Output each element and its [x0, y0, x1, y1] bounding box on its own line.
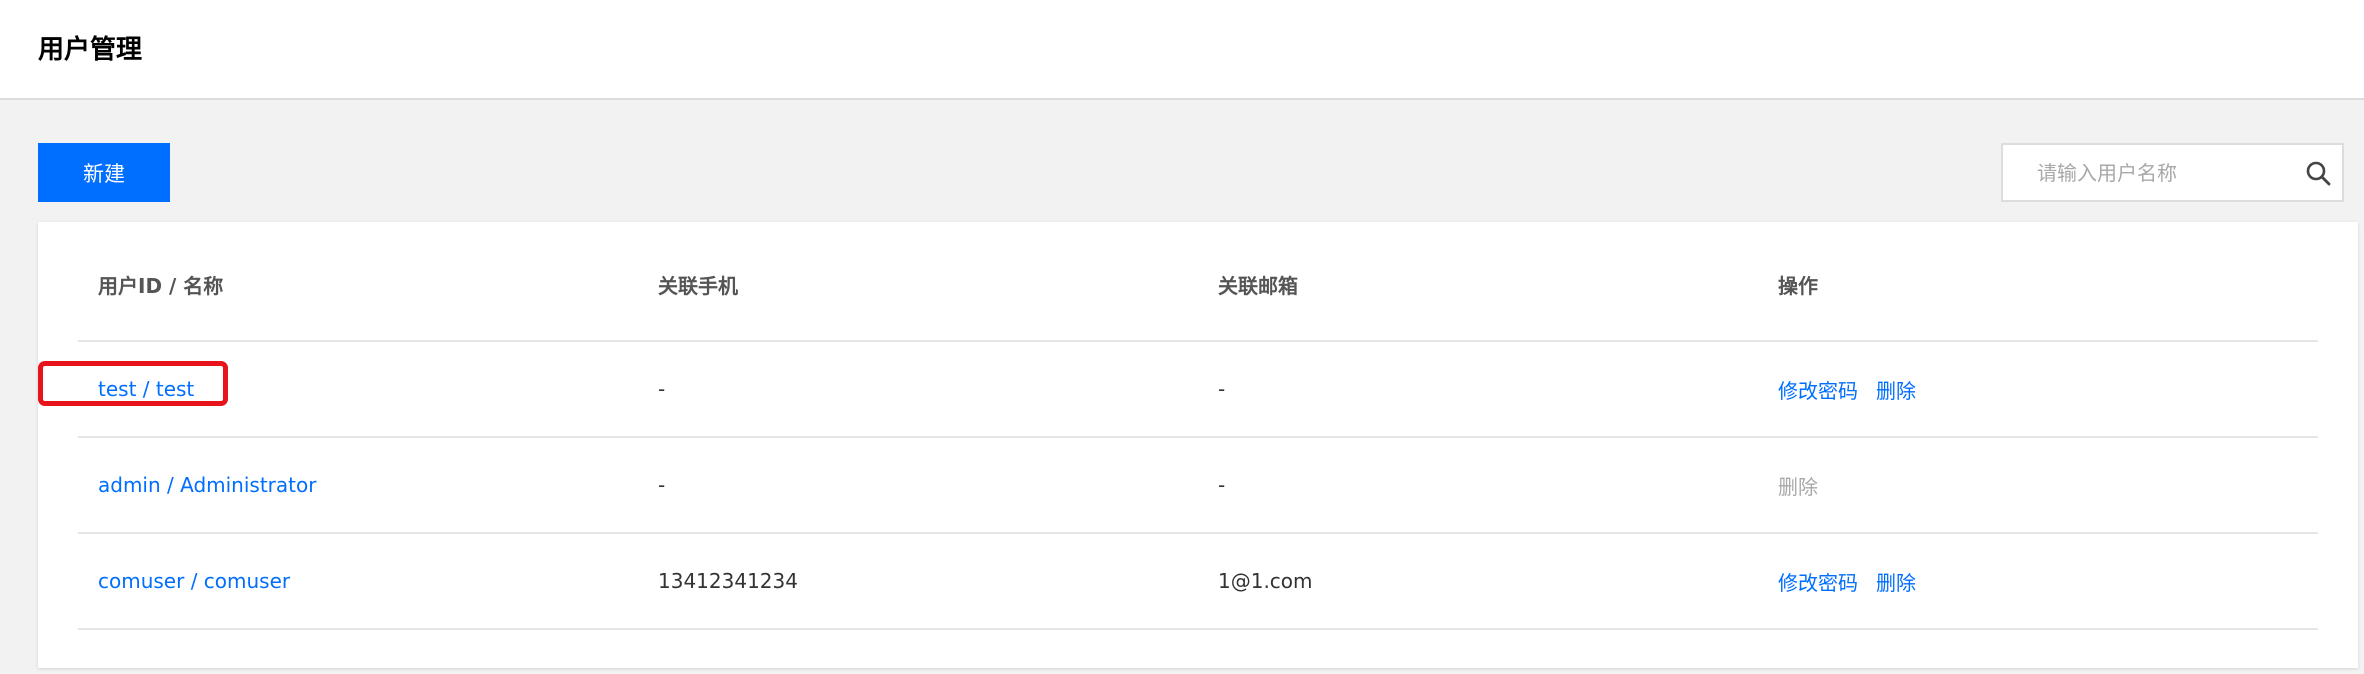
actions-cell: 修改密码 删除 [1778, 342, 1934, 436]
column-header-actions: 操作 [1778, 273, 1818, 298]
column-header-email: 关联邮箱 [1218, 273, 1298, 298]
column-header-user: 用户ID / 名称 [98, 273, 224, 298]
new-user-button[interactable]: 新建 [38, 143, 170, 202]
table-row: admin / Administrator - - 删除 [78, 438, 2318, 534]
email-cell: - [1218, 377, 1226, 401]
delete-link-disabled: 删除 [1778, 474, 1818, 499]
user-table: 用户ID / 名称 关联手机 关联邮箱 操作 test / test - - 修… [38, 222, 2358, 668]
email-cell: 1@1.com [1218, 569, 1313, 593]
table-row: comuser / comuser 13412341234 1@1.com 修改… [78, 534, 2318, 630]
search-icon[interactable] [2305, 160, 2331, 186]
page-title: 用户管理 [38, 35, 143, 65]
delete-link[interactable]: 删除 [1876, 567, 1916, 596]
delete-link[interactable]: 删除 [1876, 375, 1916, 404]
phone-cell: - [658, 377, 666, 401]
email-cell: - [1218, 473, 1226, 497]
search-input[interactable] [2037, 145, 2267, 200]
user-link[interactable]: test / test [98, 377, 194, 401]
table-row: test / test - - 修改密码 删除 [78, 342, 2318, 438]
actions-cell: 删除 [1778, 438, 1836, 532]
user-link[interactable]: comuser / comuser [98, 569, 290, 593]
phone-cell: 13412341234 [658, 569, 798, 593]
user-link[interactable]: admin / Administrator [98, 473, 316, 497]
change-password-link[interactable]: 修改密码 [1778, 375, 1858, 404]
change-password-link[interactable]: 修改密码 [1778, 567, 1858, 596]
actions-cell: 修改密码 删除 [1778, 534, 1934, 628]
page-header: 用户管理 [0, 0, 2364, 100]
table-header-row: 用户ID / 名称 关联手机 关联邮箱 操作 [78, 222, 2318, 342]
column-header-phone: 关联手机 [658, 273, 738, 298]
search-box [2001, 143, 2344, 202]
phone-cell: - [658, 473, 666, 497]
